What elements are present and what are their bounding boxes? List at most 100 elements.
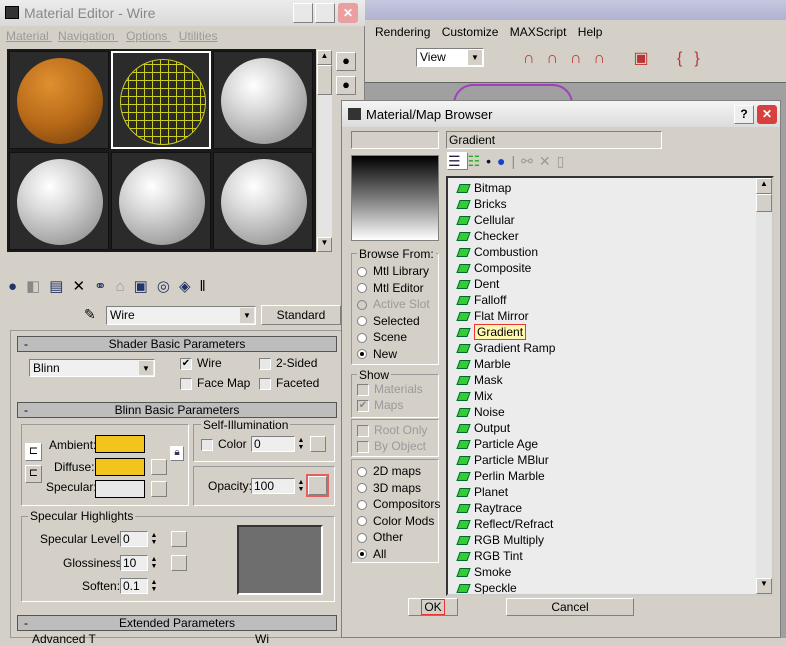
help-button[interactable]: ? bbox=[734, 105, 754, 124]
map-list-item[interactable]: Marble bbox=[448, 356, 758, 372]
map-list-item[interactable]: Perlin Marble bbox=[448, 468, 758, 484]
face-map-checkbox[interactable]: Face Map bbox=[180, 376, 250, 390]
specular-level-spinner[interactable]: 0 ▲ ▼ bbox=[120, 531, 159, 547]
view-list-icons-icon[interactable]: ☷ bbox=[468, 153, 487, 169]
specular-map-button[interactable] bbox=[151, 481, 167, 497]
ambient-color-swatch[interactable] bbox=[95, 435, 145, 453]
map-list-item[interactable]: Mix bbox=[448, 388, 758, 404]
menu-material[interactable]: Material bbox=[6, 29, 49, 43]
radio-all[interactable]: All bbox=[357, 546, 440, 563]
map-list-item[interactable]: Smoke bbox=[448, 564, 758, 580]
radio-scene[interactable]: Scene bbox=[357, 329, 430, 346]
radio-color-mods[interactable]: Color Mods bbox=[357, 513, 440, 530]
map-list-item[interactable]: Combustion bbox=[448, 244, 758, 260]
menu-help[interactable]: Help bbox=[578, 25, 603, 39]
radio-mtl-library[interactable]: Mtl Library bbox=[357, 263, 430, 280]
lock-ambient-diffuse-icon[interactable]: ⊏ bbox=[25, 443, 42, 461]
menu-customize[interactable]: Customize bbox=[442, 25, 499, 39]
map-list-item[interactable]: Bricks bbox=[448, 196, 758, 212]
sample-slot-2-wire[interactable] bbox=[111, 51, 211, 149]
map-list-item[interactable]: Flat Mirror bbox=[448, 308, 758, 324]
glossiness-spinner[interactable]: 10 ▲ ▼ bbox=[120, 555, 159, 571]
specular-color-swatch[interactable] bbox=[95, 480, 145, 498]
map-list-item[interactable]: RGB Multiply bbox=[448, 532, 758, 548]
by-object-checkbox[interactable]: By Object bbox=[357, 439, 426, 453]
material-id-icon[interactable]: ◎ bbox=[157, 278, 179, 295]
show-map-icon[interactable]: ◈ bbox=[179, 278, 200, 295]
map-list-item[interactable]: Composite bbox=[448, 260, 758, 276]
map-list-item[interactable]: Particle Age bbox=[448, 436, 758, 452]
map-list-item[interactable]: Reflect/Refract bbox=[448, 516, 758, 532]
delete-icon[interactable]: ✕ bbox=[539, 153, 557, 169]
self-illum-color-checkbox[interactable]: Color bbox=[201, 437, 247, 451]
close-button[interactable]: ✕ bbox=[338, 3, 358, 23]
menu-rendering[interactable]: Rendering bbox=[375, 25, 430, 39]
map-list-item[interactable]: Bitmap bbox=[448, 180, 758, 196]
copy-material-icon[interactable]: ⚭ bbox=[94, 278, 116, 295]
make-unique-icon[interactable]: ⌂ bbox=[116, 278, 134, 295]
lock-diffuse-specular-icon[interactable]: ⊏ bbox=[25, 465, 42, 483]
root-only-checkbox[interactable]: Root Only bbox=[357, 423, 427, 437]
lock-map-icon[interactable]: 🔒︎ bbox=[170, 446, 184, 461]
show-end-result-icon[interactable]: ‖ bbox=[199, 278, 214, 295]
faceted-checkbox[interactable]: Faceted bbox=[259, 376, 319, 390]
browser-close-button[interactable]: ✕ bbox=[757, 105, 777, 124]
radio-other[interactable]: Other bbox=[357, 529, 440, 546]
reset-icon[interactable]: ✕ bbox=[72, 278, 94, 295]
soften-spinner[interactable]: 0.1 ▲ ▼ bbox=[120, 578, 159, 594]
show-materials-checkbox[interactable]: Materials bbox=[357, 382, 423, 396]
menu-maxscript[interactable]: MAXScript bbox=[510, 25, 567, 39]
map-name-field[interactable]: Gradient bbox=[446, 131, 662, 149]
update-scene-icon[interactable]: ⚯ bbox=[521, 153, 539, 169]
backlight-icon[interactable]: ● bbox=[336, 76, 356, 95]
diffuse-map-button[interactable] bbox=[151, 459, 167, 475]
radio-active-slot[interactable]: Active Slot bbox=[357, 296, 430, 313]
map-list-item[interactable]: Noise bbox=[448, 404, 758, 420]
self-illum-map-button[interactable] bbox=[310, 436, 326, 452]
radio-selected[interactable]: Selected bbox=[357, 313, 430, 330]
clear-library-icon[interactable]: ▯ bbox=[557, 153, 571, 169]
menu-options[interactable]: Options bbox=[126, 29, 167, 43]
put-to-scene-icon[interactable]: ◧ bbox=[26, 278, 49, 295]
map-list-item[interactable]: Dent bbox=[448, 276, 758, 292]
sample-slot-5[interactable] bbox=[111, 152, 211, 250]
map-list-item[interactable]: Output bbox=[448, 420, 758, 436]
map-list-item[interactable]: Mask bbox=[448, 372, 758, 388]
view-dropdown[interactable]: View ▼ bbox=[416, 48, 484, 67]
map-list-item[interactable]: RGB Tint bbox=[448, 548, 758, 564]
map-list-item[interactable]: Cellular bbox=[448, 212, 758, 228]
sample-slot-3[interactable] bbox=[213, 51, 313, 149]
put-to-library-icon[interactable]: ▣ bbox=[134, 278, 157, 295]
shader-dropdown[interactable]: Blinn ▼ bbox=[29, 359, 155, 377]
menu-navigation[interactable]: Navigation bbox=[58, 29, 115, 43]
map-list-item[interactable]: Gradient Ramp bbox=[448, 340, 758, 356]
view-small-icons-icon[interactable]: • bbox=[486, 153, 497, 169]
view-large-icons-icon[interactable]: ● bbox=[497, 153, 511, 169]
radio-3d-maps[interactable]: 3D maps bbox=[357, 480, 440, 497]
assign-material-icon[interactable]: ▤ bbox=[49, 278, 72, 295]
map-list-item[interactable]: Raytrace bbox=[448, 500, 758, 516]
map-list-item[interactable]: Particle MBlur bbox=[448, 452, 758, 468]
map-list-item[interactable]: Speckle bbox=[448, 580, 758, 594]
map-list-scrollbar[interactable]: ▲ ▼ bbox=[756, 178, 772, 594]
radio-2d-maps[interactable]: 2D maps bbox=[357, 463, 440, 480]
show-maps-checkbox[interactable]: ✔ Maps bbox=[357, 398, 403, 412]
material-type-button[interactable]: Standard bbox=[261, 305, 341, 325]
diffuse-color-swatch[interactable] bbox=[95, 458, 145, 476]
radio-new[interactable]: New bbox=[357, 346, 430, 363]
blinn-basic-rollout-header[interactable]: - Blinn Basic Parameters bbox=[17, 402, 337, 418]
map-list-item[interactable]: Planet bbox=[448, 484, 758, 500]
opacity-spinner[interactable]: 100 ▲ ▼ bbox=[251, 478, 306, 494]
snap-toolbar-icons[interactable]: ∩∩∩∩ ▣ {} bbox=[523, 48, 712, 68]
ok-button[interactable]: OK bbox=[408, 598, 458, 616]
wire-checkbox[interactable]: ✔ Wire bbox=[180, 356, 222, 370]
map-list-item[interactable]: Gradient bbox=[448, 324, 758, 340]
sample-slot-4[interactable] bbox=[9, 152, 109, 250]
sample-slot-6[interactable] bbox=[213, 152, 313, 250]
two-sided-checkbox[interactable]: 2-Sided bbox=[259, 356, 317, 370]
get-material-icon[interactable]: ● bbox=[8, 278, 26, 295]
maximize-button[interactable] bbox=[315, 3, 335, 23]
sample-slot-1[interactable] bbox=[9, 51, 109, 149]
extended-parameters-rollout-header[interactable]: - Extended Parameters bbox=[17, 615, 337, 631]
sample-scrollbar[interactable]: ▲ ▼ bbox=[317, 50, 332, 252]
